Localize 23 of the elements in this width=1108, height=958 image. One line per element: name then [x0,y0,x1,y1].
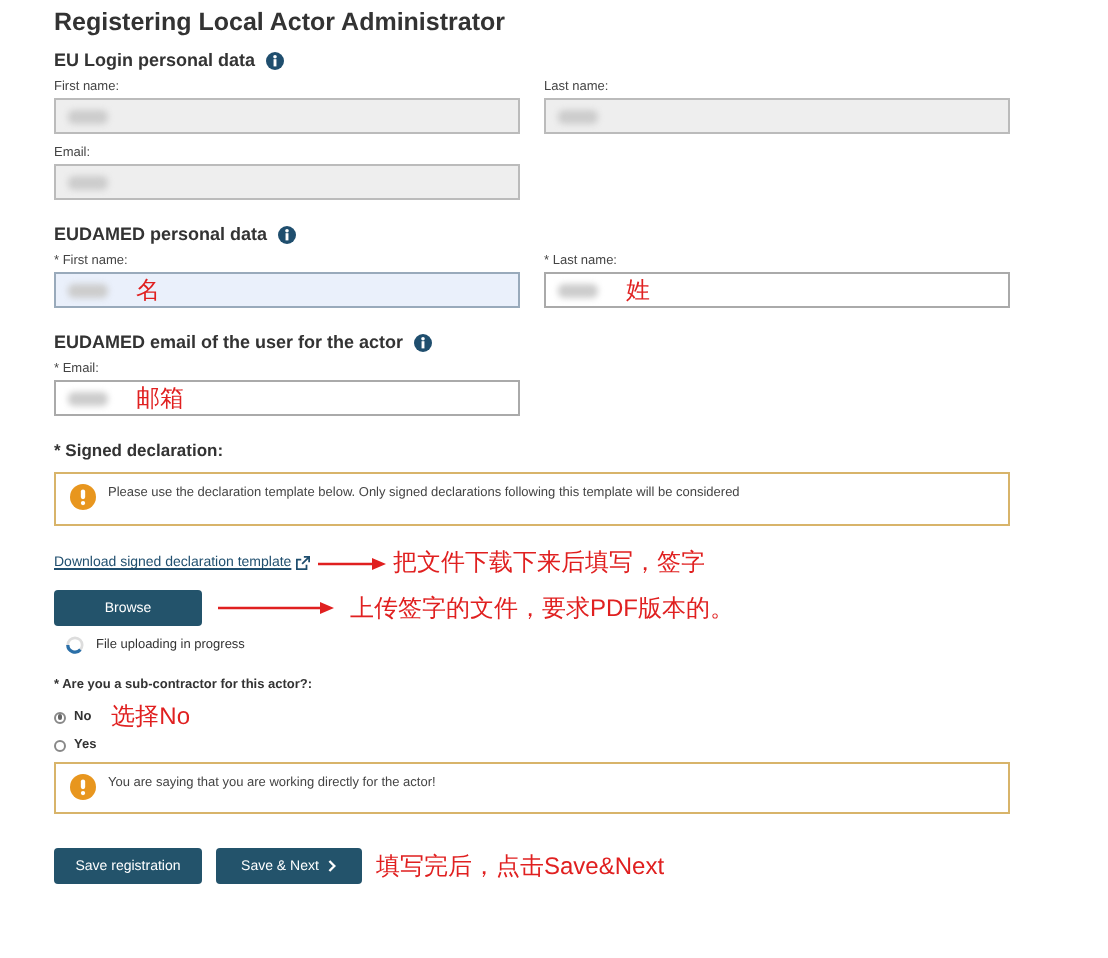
warning-icon [70,774,96,800]
radio-button[interactable] [54,711,66,723]
field-label: * Signed declaration: [54,440,226,460]
input-field[interactable]: 邮箱 [54,380,520,416]
page-title: Registering Local Actor Administrator [54,8,507,36]
input-field[interactable]: 名 [54,272,520,308]
section-heading: EUDAMED email of the user for the actor [54,332,404,352]
annotation: 选择No [111,700,191,734]
section-heading: EU Login personal data [54,50,256,70]
annotation: 邮箱 [136,381,184,415]
annotation-arrow [317,555,386,571]
radio-button[interactable] [54,739,66,751]
external-link-icon [295,556,310,570]
warning-icon [70,484,96,510]
annotation: 上传签字的文件，要求PDF版本的。 [350,591,734,625]
input-field[interactable]: 姓 [544,272,1010,308]
annotation: 填写完后，点击Save&Next [376,849,665,883]
annotation-arrow [218,600,334,616]
spinner-icon [66,636,84,654]
annotation: 姓 [626,273,650,307]
section-heading: EUDAMED personal data [54,224,268,244]
annotation: 名 [136,273,160,307]
annotation: 把文件下载下来后填写，签字 [393,546,706,580]
